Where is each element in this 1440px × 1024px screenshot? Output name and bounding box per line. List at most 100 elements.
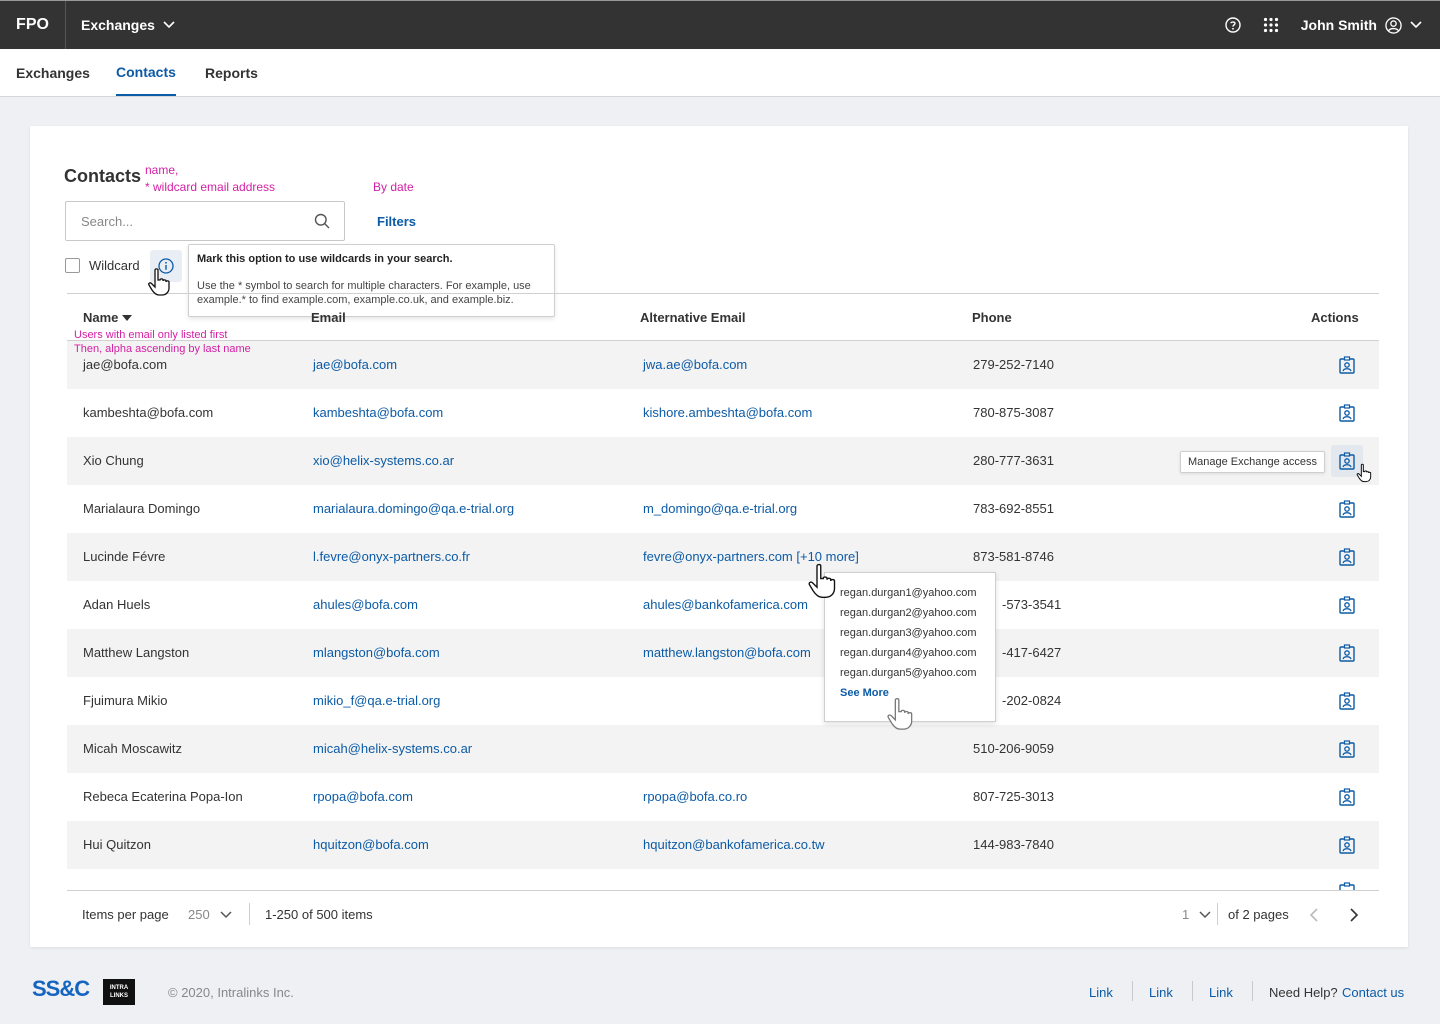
user-circle-icon — [1385, 16, 1402, 34]
wildcard-checkbox[interactable] — [65, 258, 80, 273]
manage-access-tooltip: Manage Exchange access — [1180, 451, 1326, 473]
cell-phone: -573-3541 — [1002, 597, 1062, 612]
footer-divider — [1252, 981, 1253, 1001]
cell-alt-email[interactable]: matthew.langston@bofa.com — [643, 645, 811, 660]
footer-link-2[interactable]: Link — [1149, 985, 1173, 1000]
cell-phone: 873-581-8746 — [973, 549, 1054, 564]
manage-access-button[interactable] — [1331, 493, 1363, 525]
filters-button[interactable]: Filters — [377, 214, 416, 229]
id-badge-icon — [1339, 644, 1355, 662]
column-alternative-email[interactable]: Alternative Email — [640, 310, 746, 325]
search-icon[interactable] — [314, 213, 330, 229]
id-badge-icon — [1339, 356, 1355, 374]
chevron-down-icon — [1199, 910, 1211, 918]
tab-exchanges[interactable]: Exchanges — [16, 49, 90, 97]
table-row: Fjuimura Mikio mikio_f@qa.e-trial.org -2… — [67, 677, 1379, 725]
cell-alt-email-with-more[interactable]: fevre@onyx-partners.com [+10 more] — [643, 549, 859, 564]
page-select[interactable]: 1 — [1182, 907, 1211, 922]
annotation-sort-line1: Users with email only listed first — [74, 329, 228, 341]
prev-page-icon[interactable] — [1309, 908, 1319, 922]
cell-email[interactable]: rpopa@bofa.com — [313, 789, 413, 804]
tab-contacts[interactable]: Contacts — [116, 49, 176, 96]
manage-access-button[interactable] — [1331, 589, 1363, 621]
see-more-link[interactable]: See More — [840, 687, 980, 699]
manage-access-button[interactable] — [1331, 397, 1363, 429]
cell-phone: -417-6427 — [1002, 645, 1062, 660]
cell-name: Lucinde Févre — [83, 549, 166, 564]
cell-email[interactable]: marialaura.domingo@qa.e-trial.org — [313, 501, 514, 516]
cell-email[interactable]: jae@bofa.com — [313, 357, 397, 372]
cell-email[interactable]: mikio_f@qa.e-trial.org — [313, 693, 440, 708]
wildcard-info-button[interactable] — [150, 250, 182, 282]
manage-access-button[interactable] — [1331, 637, 1363, 669]
cell-name: Micah Moscawitz — [83, 741, 182, 756]
manage-access-button[interactable] — [1331, 349, 1363, 381]
tab-reports[interactable]: Reports — [205, 49, 258, 97]
contact-us-link[interactable]: Contact us — [1342, 985, 1404, 1000]
table-row: Hui Quitzon hquitzon@bofa.com hquitzon@b… — [67, 821, 1379, 869]
pagination-divider — [1217, 903, 1218, 925]
app-selector-label: Exchanges — [81, 17, 155, 33]
id-badge-icon — [1339, 452, 1355, 470]
cell-email[interactable]: l.fevre@onyx-partners.co.fr — [313, 549, 470, 564]
manage-access-button[interactable] — [1331, 733, 1363, 765]
cell-alt-email[interactable]: ahules@bankofamerica.com — [643, 597, 808, 612]
cell-email[interactable]: xio@helix-systems.co.ar — [313, 453, 454, 468]
table-header: Name Email Alternative Email Phone Actio… — [67, 293, 1379, 341]
table-row: Lucinde Févre l.fevre@onyx-partners.co.f… — [67, 533, 1379, 581]
manage-access-button[interactable] — [1331, 541, 1363, 573]
cell-name: Xio Chung — [83, 453, 144, 468]
page-title: Contacts — [64, 166, 142, 186]
cell-alt-email[interactable]: jwa.ae@bofa.com — [643, 357, 747, 372]
info-icon — [158, 258, 174, 274]
cell-alt-email[interactable]: hquitzon@bankofamerica.co.tw — [643, 837, 825, 852]
intralinks-logo-line1: INTRA — [109, 985, 129, 991]
copyright: © 2020, Intralinks Inc. — [168, 985, 294, 1000]
footer-link-3[interactable]: Link — [1209, 985, 1233, 1000]
manage-access-button[interactable] — [1331, 781, 1363, 813]
brand-logo[interactable]: FPO — [0, 1, 66, 49]
manage-access-button[interactable] — [1331, 445, 1363, 477]
cell-alt-email[interactable]: kishore.ambeshta@bofa.com — [643, 405, 812, 420]
cell-phone: -202-0824 — [1002, 693, 1062, 708]
items-per-page-select[interactable]: 250 — [188, 907, 232, 922]
annotation-search-line2: * wildcard email address — [145, 180, 276, 194]
next-page-icon[interactable] — [1349, 908, 1359, 922]
id-badge-icon — [1339, 788, 1355, 806]
footer-link-1[interactable]: Link — [1089, 985, 1113, 1000]
intralinks-logo: INTRA LINKS — [103, 979, 135, 1005]
cell-name: Rebeca Ecaterina Popa-Ion — [83, 789, 243, 804]
table-row: Marialaura Domingo marialaura.domingo@qa… — [67, 485, 1379, 533]
tab-bar: Exchanges Contacts Reports — [0, 49, 1440, 97]
column-name[interactable]: Name — [83, 310, 133, 325]
cell-phone: 510-206-9059 — [973, 741, 1054, 756]
manage-access-button[interactable] — [1331, 685, 1363, 717]
cell-email[interactable]: hquitzon@bofa.com — [313, 837, 429, 852]
search-input[interactable] — [66, 202, 306, 240]
id-badge-icon — [1339, 836, 1355, 854]
manage-access-button[interactable] — [1331, 875, 1363, 890]
cell-alt-email[interactable]: m_domingo@qa.e-trial.org — [643, 501, 797, 516]
more-emails-popover: regan.durgan1@yahoo.com regan.durgan2@ya… — [824, 572, 996, 722]
table-row-partial — [67, 869, 1379, 890]
column-phone[interactable]: Phone — [972, 310, 1012, 325]
apps-grid-icon[interactable] — [1263, 17, 1279, 33]
cell-email[interactable]: kambeshta@bofa.com — [313, 405, 443, 420]
footer: SS&C INTRA LINKS © 2020, Intralinks Inc.… — [0, 960, 1440, 1024]
id-badge-icon — [1339, 500, 1355, 518]
cell-name: Matthew Langston — [83, 645, 190, 660]
annotation-filter: By date — [373, 180, 414, 194]
cell-email[interactable]: mlangston@bofa.com — [313, 645, 440, 660]
table-row: Matthew Langston mlangston@bofa.com matt… — [67, 629, 1379, 677]
manage-access-button[interactable] — [1331, 829, 1363, 861]
cell-phone: 780-875-3087 — [973, 405, 1054, 420]
table-row: Rebeca Ecaterina Popa-Ion rpopa@bofa.com… — [67, 773, 1379, 821]
cell-email[interactable]: micah@helix-systems.co.ar — [313, 741, 472, 756]
user-menu[interactable]: John Smith — [1301, 16, 1422, 34]
column-email[interactable]: Email — [311, 310, 346, 325]
app-selector[interactable]: Exchanges — [81, 1, 175, 49]
help-icon[interactable] — [1225, 17, 1241, 33]
cell-alt-email[interactable]: rpopa@bofa.co.ro — [643, 789, 747, 804]
wildcard-label: Wildcard — [89, 258, 140, 273]
cell-email[interactable]: ahules@bofa.com — [313, 597, 418, 612]
